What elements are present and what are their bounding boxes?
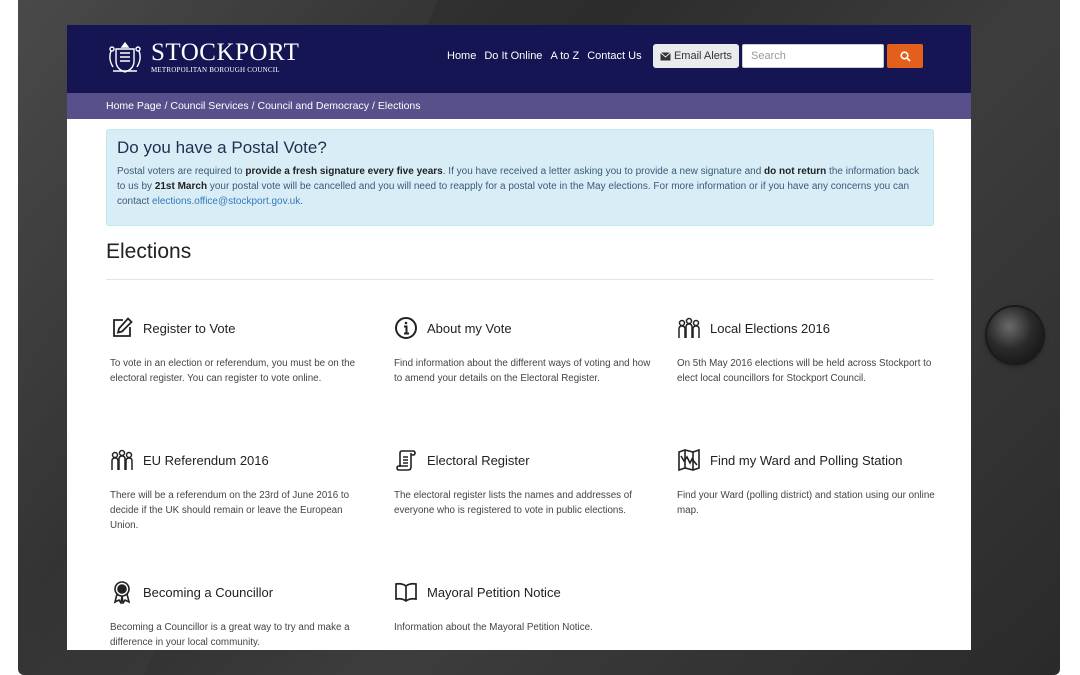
breadcrumb-home-page[interactable]: Home Page [106,100,161,112]
card-title[interactable]: Local Elections 2016 [710,321,830,336]
card-eu-referendum-2016[interactable]: EU Referendum 2016 There will be a refer… [110,447,370,533]
alert-title: Do you have a Postal Vote? [117,138,327,157]
breadcrumb-council-services[interactable]: Council Services [170,100,248,112]
card-find-my-ward[interactable]: Find my Ward and Polling Station Find yo… [677,447,937,518]
scroll-icon [396,450,416,471]
page-title: Elections [106,240,192,263]
book-icon [395,582,417,603]
breadcrumb-elections: Elections [377,100,421,112]
card-description: The electoral register lists the names a… [394,490,632,516]
email-alerts-label: Email Alerts [673,50,733,62]
nav-contact-us[interactable]: Contact Us [587,50,641,62]
card-title[interactable]: EU Referendum 2016 [143,453,269,468]
card-description: Becoming a Councillor is a great way to … [110,622,350,648]
people-icon [111,449,133,470]
postal-vote-alert: Do you have a Postal Vote? Postal voters… [106,129,934,226]
nav-do-it-online[interactable]: Do It Online [484,50,542,62]
card-description: There will be a referendum on the 23rd o… [110,490,350,531]
search-icon [899,50,911,62]
divider [106,279,934,280]
card-title[interactable]: Electoral Register [427,453,530,468]
card-title[interactable]: Becoming a Councillor [143,585,273,600]
info-icon [395,317,417,339]
nav-a-to-z[interactable]: A to Z [550,50,579,62]
card-description: To vote in an election or referendum, yo… [110,358,356,384]
nav-home[interactable]: Home [447,50,476,62]
card-title[interactable]: Mayoral Petition Notice [427,585,561,600]
logo-name: STOCKPORT [151,39,300,66]
breadcrumb-council-and-democracy[interactable]: Council and Democracy [258,100,369,112]
card-description: Find your Ward (polling district) and st… [677,490,935,516]
card-local-elections-2016[interactable]: Local Elections 2016 On 5th May 2016 ele… [677,315,937,386]
card-electoral-register[interactable]: Electoral Register The electoral registe… [394,447,654,518]
card-title[interactable]: Find my Ward and Polling Station [710,453,902,468]
logo-subtitle: METROPOLITAN BOROUGH COUNCIL [151,66,280,74]
envelope-icon [660,51,671,60]
crest-icon [109,41,141,73]
search-input[interactable] [742,44,884,68]
search-button[interactable] [887,44,923,68]
alert-text: Postal voters are required to provide a … [117,166,920,207]
browser-screen: STOCKPORT METROPOLITAN BOROUGH COUNCIL H… [67,25,971,650]
card-title[interactable]: About my Vote [427,321,512,336]
main-nav: Home Do It Online A to Z Contact Us [447,50,642,62]
card-description: Find information about the different way… [394,358,651,384]
elections-email-link[interactable]: elections.office@stockport.gov.uk [152,196,300,207]
people-icon [678,317,700,338]
site-header: STOCKPORT METROPOLITAN BOROUGH COUNCIL H… [67,25,971,93]
breadcrumb: Home Page / Council Services / Council a… [67,93,971,119]
card-becoming-a-councillor[interactable]: Becoming a Councillor Becoming a Council… [110,579,370,650]
stockport-logo[interactable]: STOCKPORT METROPOLITAN BOROUGH COUNCIL [105,37,299,77]
map-icon [678,448,700,472]
edit-icon [113,317,133,337]
card-mayoral-petition-notice[interactable]: Mayoral Petition Notice Information abou… [394,579,654,635]
email-alerts-button[interactable]: Email Alerts [653,44,739,68]
card-title[interactable]: Register to Vote [143,321,236,336]
card-register-to-vote[interactable]: Register to Vote To vote in an election … [110,315,370,386]
tablet-home-button[interactable] [987,307,1043,363]
card-about-my-vote[interactable]: About my Vote Find information about the… [394,315,654,386]
card-description: Information about the Mayoral Petition N… [394,622,593,633]
card-description: On 5th May 2016 elections will be held a… [677,358,932,384]
award-icon [113,581,131,604]
